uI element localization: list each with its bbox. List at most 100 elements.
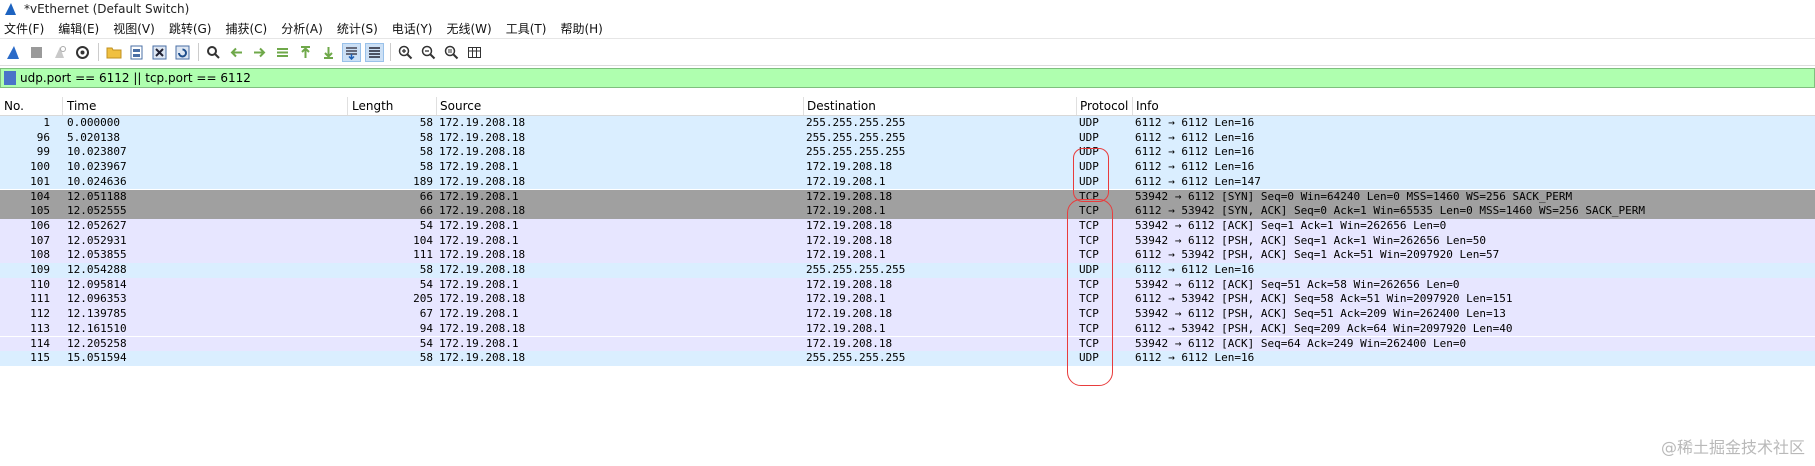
start-capture-button[interactable] bbox=[4, 43, 23, 62]
zoom-out-icon bbox=[421, 45, 436, 59]
menu-analyze[interactable]: 分析(A) bbox=[281, 20, 323, 37]
zoom-normal-button[interactable] bbox=[442, 43, 461, 62]
table-row[interactable]: 106 12.052627 54 172.19.208.1 172.19.208.18 T… bbox=[0, 218, 1815, 234]
cell-destination: 255.255.255.255 bbox=[806, 116, 906, 129]
cell-length: 66 bbox=[419, 204, 433, 218]
bookmark-icon[interactable] bbox=[4, 71, 16, 85]
table-row[interactable]: 99 10.023807 58 172.19.208.18 255.255.255.25… bbox=[0, 145, 1815, 161]
cell-protocol: TCP bbox=[1079, 204, 1099, 218]
cell-length: 94 bbox=[419, 321, 433, 335]
table-row[interactable]: 112 12.139785 67 172.19.208.1 172.19.208.18 T… bbox=[0, 307, 1815, 322]
cell-source: 172.19.208.18 bbox=[439, 174, 526, 188]
menu-capture[interactable]: 捕获(C) bbox=[225, 20, 267, 37]
cell-info: 6112 → 6112 Len=16 bbox=[1135, 116, 1255, 129]
display-filter-input[interactable] bbox=[20, 70, 1814, 86]
table-row[interactable]: 101 10.024636 189 172.19.208.18 172.19.208.1… bbox=[0, 174, 1815, 190]
close-file-button[interactable] bbox=[150, 43, 169, 62]
zoom-out-button[interactable] bbox=[419, 43, 438, 62]
menu-file[interactable]: 文件(F) bbox=[4, 20, 44, 37]
auto-scroll-icon bbox=[346, 46, 357, 60]
menu-edit[interactable]: 编辑(E) bbox=[58, 20, 99, 37]
resize-columns-button[interactable] bbox=[465, 43, 484, 62]
cell-info: 53942 → 6112 [ACK] Seq=1 Ack=1 Win=26265… bbox=[1135, 218, 1447, 232]
cell-protocol: UDP bbox=[1079, 351, 1099, 365]
cell-length: 58 bbox=[419, 145, 433, 159]
cell-length: 58 bbox=[419, 351, 433, 365]
restart-capture-button[interactable] bbox=[50, 43, 69, 62]
cell-destination: 255.255.255.255 bbox=[806, 145, 906, 159]
cell-time: 10.023967 bbox=[67, 160, 127, 174]
go-back-button[interactable] bbox=[227, 43, 246, 62]
menu-wireless[interactable]: 无线(W) bbox=[447, 20, 492, 37]
menu-tools[interactable]: 工具(T) bbox=[506, 20, 547, 37]
stop-capture-button[interactable] bbox=[27, 43, 46, 62]
column-header-info[interactable]: Info bbox=[1136, 97, 1159, 115]
menu-go[interactable]: 跳转(G) bbox=[169, 20, 212, 37]
cell-info: 53942 → 6112 [PSH, ACK] Seq=51 Ack=209 W… bbox=[1135, 307, 1506, 321]
table-row[interactable]: 105 12.052555 66 172.19.208.18 172.19.208.1 T… bbox=[0, 204, 1815, 219]
column-header-length[interactable]: Length bbox=[352, 97, 393, 115]
table-row[interactable]: 115 15.051594 58 172.19.208.18 255.255.255.2… bbox=[0, 351, 1815, 366]
table-row[interactable]: 113 12.161510 94 172.19.208.18 172.19.208.1 T… bbox=[0, 321, 1815, 337]
cell-destination: 172.19.208.1 bbox=[806, 174, 886, 188]
menu-help[interactable]: 帮助(H) bbox=[560, 20, 602, 37]
cell-destination: 172.19.208.18 bbox=[806, 277, 893, 291]
save-file-button[interactable] bbox=[127, 43, 146, 62]
column-header-no[interactable]: No. bbox=[4, 97, 24, 115]
cell-protocol: TCP bbox=[1079, 321, 1099, 335]
gear-icon bbox=[76, 45, 89, 59]
menu-view[interactable]: 视图(V) bbox=[113, 20, 155, 37]
file-binary-icon bbox=[130, 45, 143, 59]
list-lines-icon bbox=[369, 46, 380, 58]
reload-file-button[interactable] bbox=[173, 43, 192, 62]
go-last-packet-button[interactable] bbox=[319, 43, 338, 62]
table-row[interactable]: 104 12.051188 66 172.19.208.1 172.19.208.18 T… bbox=[0, 189, 1815, 205]
capture-options-button[interactable] bbox=[73, 43, 92, 62]
go-forward-button[interactable] bbox=[250, 43, 269, 62]
auto-scroll-button[interactable] bbox=[342, 42, 361, 62]
cell-no: 99 bbox=[36, 145, 50, 159]
find-packet-button[interactable] bbox=[204, 43, 223, 62]
arrow-bottom-icon bbox=[324, 46, 333, 59]
window-title: *vEthernet (Default Switch) bbox=[24, 2, 190, 16]
zoom-in-button[interactable] bbox=[396, 43, 415, 62]
cell-length: 58 bbox=[419, 160, 433, 174]
colorize-button[interactable] bbox=[365, 42, 384, 62]
cell-time: 12.052555 bbox=[67, 204, 127, 218]
table-row[interactable]: 107 12.052931 104 172.19.208.1 172.19.208.18… bbox=[0, 233, 1815, 249]
cell-time: 15.051594 bbox=[67, 351, 127, 365]
column-header-time[interactable]: Time bbox=[67, 97, 96, 115]
column-header-destination[interactable]: Destination bbox=[807, 97, 876, 115]
cell-info: 6112 → 53942 [SYN, ACK] Seq=0 Ack=1 Win=… bbox=[1135, 204, 1645, 218]
folder-icon bbox=[106, 47, 121, 58]
cell-length: 54 bbox=[419, 336, 433, 350]
table-row[interactable]: 96 5.020138 58 172.19.208.18 255.255.255.255… bbox=[0, 130, 1815, 146]
menu-statistics[interactable]: 统计(S) bbox=[337, 20, 378, 37]
cell-time: 10.024636 bbox=[67, 174, 127, 188]
cell-time: 10.023807 bbox=[67, 145, 127, 159]
go-to-packet-button[interactable] bbox=[273, 43, 292, 62]
table-row[interactable]: 110 12.095814 54 172.19.208.1 172.19.208.18 T… bbox=[0, 277, 1815, 293]
open-file-button[interactable] bbox=[104, 43, 123, 62]
search-icon bbox=[207, 45, 220, 59]
toolbar-separator bbox=[198, 43, 199, 61]
table-row[interactable]: 100 10.023967 58 172.19.208.1 172.19.208.18 U… bbox=[0, 160, 1815, 175]
table-row[interactable]: 108 12.053855 111 172.19.208.18 172.19.208.1… bbox=[0, 248, 1815, 263]
go-first-packet-button[interactable] bbox=[296, 43, 315, 62]
table-row[interactable]: 109 12.054288 58 172.19.208.18 255.255.255.2… bbox=[0, 263, 1815, 278]
cell-info: 53942 → 6112 [ACK] Seq=64 Ack=249 Win=26… bbox=[1135, 336, 1467, 350]
column-header-protocol[interactable]: Protocol bbox=[1080, 97, 1128, 115]
menu-telephony[interactable]: 电话(Y) bbox=[392, 20, 433, 37]
cell-source: 172.19.208.18 bbox=[439, 145, 526, 159]
cell-time: 12.096353 bbox=[67, 292, 127, 306]
table-row[interactable]: 1 0.000000 58 172.19.208.18 255.255.255.255 U… bbox=[0, 116, 1815, 131]
cell-length: 205 bbox=[413, 292, 433, 306]
menu-bar: 文件(F) 编辑(E) 视图(V) 跳转(G) 捕获(C) 分析(A) 统计(S… bbox=[0, 18, 1815, 39]
cell-protocol: TCP bbox=[1079, 307, 1099, 321]
table-row[interactable]: 114 12.205258 54 172.19.208.1 172.19.208.18 T… bbox=[0, 336, 1815, 352]
cell-no: 111 bbox=[30, 292, 50, 306]
column-header-source[interactable]: Source bbox=[440, 97, 481, 115]
table-row[interactable]: 111 12.096353 205 172.19.208.18 172.19.208.1… bbox=[0, 292, 1815, 308]
cell-no: 114 bbox=[30, 336, 50, 350]
cell-time: 12.054288 bbox=[67, 263, 127, 276]
